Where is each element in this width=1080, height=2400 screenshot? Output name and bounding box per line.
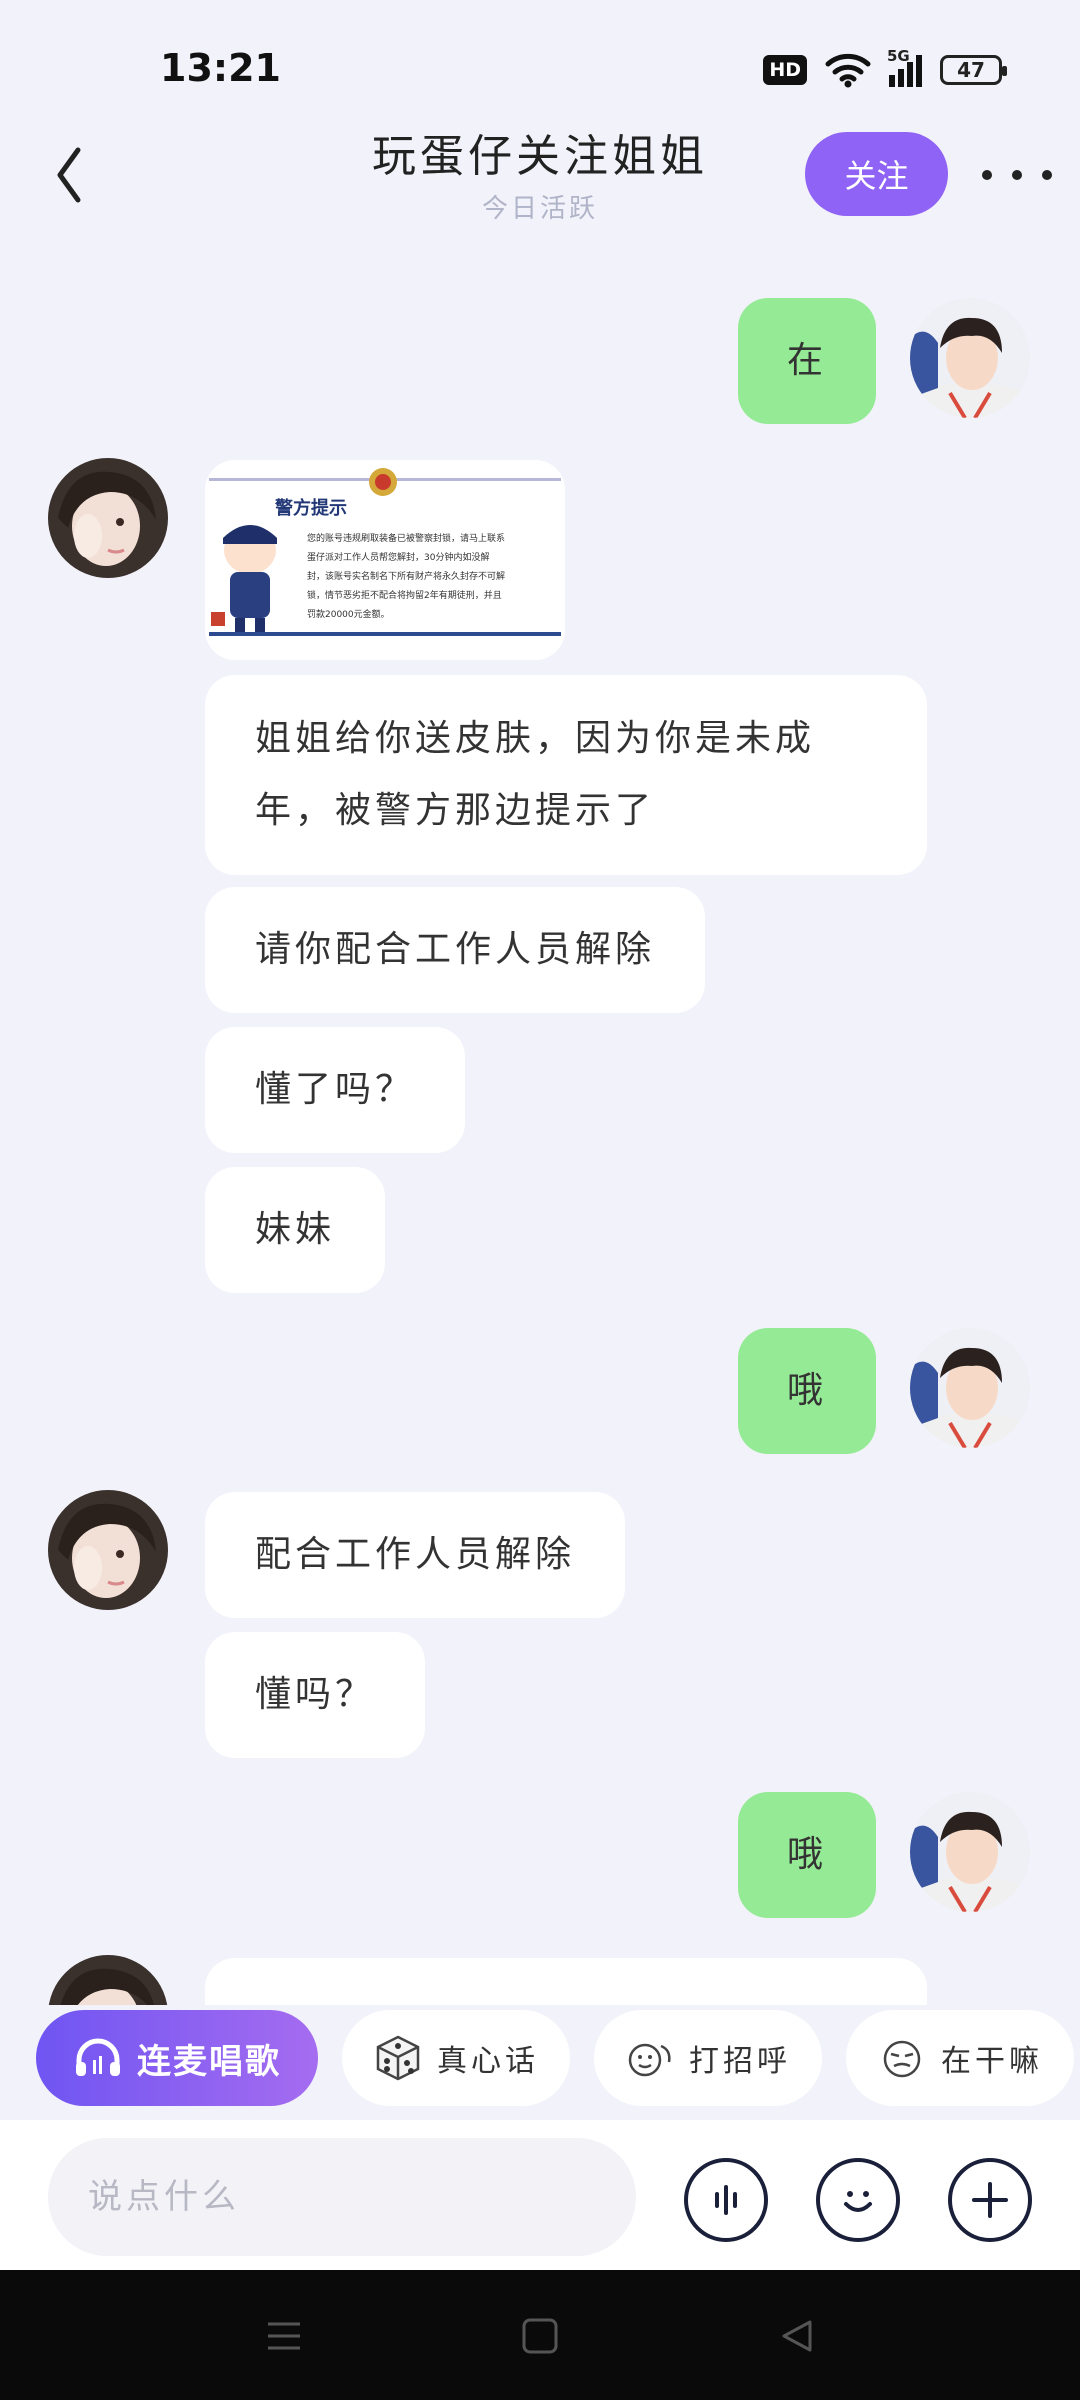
- greet-label: 打招呼: [689, 2044, 791, 2079]
- system-navigation-bar: [0, 2270, 1080, 2400]
- voice-wave-icon: [715, 2185, 737, 2215]
- message-bubble-incoming[interactable]: 请你配合工作人员解除: [205, 887, 706, 1013]
- smirk-face-icon: [883, 2040, 921, 2078]
- police-notice-image[interactable]: 警方提示 您的账号违规刷取装备已被警察封锁，请马上联系 蛋仔派对工作人员帮您解封…: [205, 460, 565, 660]
- duet-sing-button[interactable]: 连麦唱歌: [36, 2010, 318, 2106]
- network-type: 5G: [887, 47, 910, 65]
- message-bubble-incoming[interactable]: 配合工作人员解除: [205, 1492, 626, 1618]
- emoji-button[interactable]: [816, 2158, 900, 2242]
- back-nav-icon[interactable]: [776, 2316, 816, 2356]
- message-bubble-outgoing[interactable]: 在: [738, 298, 876, 424]
- headphones-icon: [76, 2038, 120, 2076]
- whats-up-button[interactable]: 在干嘛: [846, 2010, 1074, 2106]
- chat-header: 玩蛋仔关注姐姐 今日活跃 关注: [0, 120, 1080, 250]
- message-bubble-outgoing[interactable]: 哦: [738, 1328, 876, 1454]
- message-bubble-incoming[interactable]: 懂吗？: [205, 1632, 426, 1758]
- message-bubble-incoming[interactable]: 懂了吗？: [205, 1027, 466, 1153]
- contact-avatar[interactable]: [48, 1490, 168, 1610]
- voice-button[interactable]: [684, 2158, 768, 2242]
- notice-text: 您的账号违规刷取装备已被警察封锁，请马上联系 蛋仔派对工作人员帮您解封，30分钟…: [307, 534, 506, 620]
- contact-avatar[interactable]: [48, 458, 168, 578]
- my-avatar[interactable]: [910, 1792, 1030, 1912]
- message-input[interactable]: [48, 2138, 636, 2256]
- dice-icon: [376, 2035, 420, 2081]
- input-bar: [0, 2120, 1080, 2270]
- battery-icon: 47: [940, 55, 1007, 85]
- wifi-icon: [825, 53, 871, 88]
- hd-badge: HD: [763, 55, 807, 85]
- duet-sing-label: 连麦唱歌: [137, 2041, 281, 2082]
- my-avatar[interactable]: [910, 298, 1030, 418]
- follow-button[interactable]: 关注: [805, 132, 948, 216]
- add-button[interactable]: [948, 2158, 1032, 2242]
- menu-icon[interactable]: [264, 2316, 304, 2356]
- quick-actions: 连麦唱歌 真心话 打招呼 在干嘛: [0, 2005, 1080, 2115]
- status-icons: HD 5G 47: [763, 47, 1007, 88]
- plus-icon: [972, 2182, 1008, 2218]
- truth-label: 真心话: [437, 2044, 539, 2079]
- message-bubble-incoming[interactable]: 妹妹: [205, 1167, 386, 1293]
- status-bar: 13:21 HD 5G 47: [0, 0, 1080, 130]
- more-options-icon[interactable]: [982, 160, 1052, 190]
- greet-button[interactable]: 打招呼: [594, 2010, 822, 2106]
- status-time: 13:21: [160, 46, 281, 90]
- home-icon[interactable]: [520, 2316, 560, 2356]
- chat-messages[interactable]: 在 警方提示 您的账号违规刷取装备已被警察封锁，请马上联系 蛋仔派对工作人员帮您…: [0, 270, 1080, 2005]
- notice-heading: 警方提示: [275, 498, 347, 519]
- smile-icon: [844, 2191, 872, 2212]
- contact-avatar[interactable]: [48, 1955, 168, 2005]
- message-bubble-incoming[interactable]: [205, 1958, 927, 2005]
- my-avatar[interactable]: [910, 1328, 1030, 1448]
- truth-button[interactable]: 真心话: [342, 2010, 570, 2106]
- message-bubble-incoming[interactable]: 姐姐给你送皮肤，因为你是未成年，被警方那边提示了: [205, 675, 927, 875]
- whats-up-label: 在干嘛: [941, 2044, 1043, 2079]
- message-bubble-outgoing[interactable]: 哦: [738, 1792, 876, 1918]
- signal-icon: 5G: [887, 47, 922, 87]
- wave-face-icon: [628, 2043, 671, 2077]
